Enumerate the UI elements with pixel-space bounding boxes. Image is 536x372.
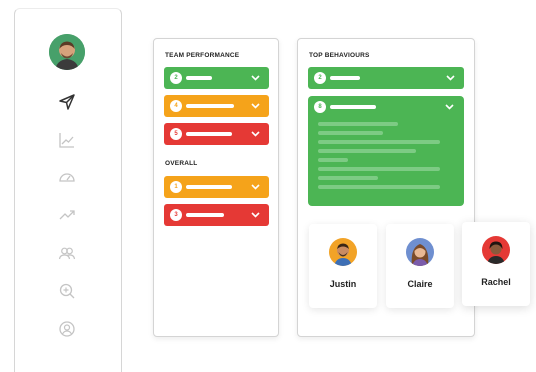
trend-chart-icon[interactable]: [58, 131, 76, 149]
chevron-down-icon: [251, 130, 260, 138]
send-icon[interactable]: [58, 93, 76, 111]
users-icon[interactable]: [58, 244, 76, 262]
placeholder-line: [318, 176, 378, 180]
user-circle-icon[interactable]: [58, 320, 76, 338]
chevron-down-icon: [251, 74, 260, 82]
placeholder-line: [318, 140, 440, 144]
chevron-down-icon: [251, 102, 260, 110]
row-number-badge: 1: [170, 181, 182, 193]
chevron-down-icon: [445, 103, 454, 111]
avatar: [329, 238, 357, 266]
person-card-rachel[interactable]: Rachel: [462, 222, 530, 306]
placeholder-line: [318, 122, 398, 126]
row-number-badge: 4: [170, 100, 182, 112]
placeholder-line: [330, 105, 376, 109]
sidebar: [14, 8, 122, 372]
row-number-badge: 2: [314, 72, 326, 84]
trending-up-icon[interactable]: [58, 206, 76, 224]
user-avatar[interactable]: [49, 34, 85, 70]
chevron-down-icon: [446, 74, 455, 82]
speedometer-icon[interactable]: [58, 168, 76, 186]
search-plus-icon[interactable]: [58, 282, 76, 300]
person-name: Justin: [329, 279, 357, 289]
placeholder-line: [318, 185, 440, 189]
team-performance-card: TEAM PERFORMANCE 2 4 5 OVERALL 1 3: [153, 38, 279, 337]
overall-title: OVERALL: [165, 160, 198, 167]
chevron-down-icon: [251, 183, 260, 191]
placeholder-line: [186, 185, 232, 189]
row-number-badge: 5: [170, 128, 182, 140]
placeholder-line: [186, 132, 232, 136]
team-performance-row-3[interactable]: 5: [164, 123, 269, 145]
placeholder-line: [330, 76, 360, 80]
chevron-down-icon: [251, 211, 260, 219]
placeholder-line: [318, 158, 348, 162]
overall-row-2[interactable]: 3: [164, 204, 269, 226]
row-number-badge: 8: [314, 101, 326, 113]
row-number-badge: 3: [170, 209, 182, 221]
top-behaviours-row-1[interactable]: 2: [308, 67, 464, 89]
avatar: [406, 238, 434, 266]
placeholder-line: [186, 76, 212, 80]
team-performance-row-2[interactable]: 4: [164, 95, 269, 117]
person-name: Claire: [407, 279, 433, 289]
placeholder-line: [318, 167, 440, 171]
placeholder-line: [186, 104, 234, 108]
person-card-justin[interactable]: Justin: [309, 224, 377, 308]
placeholder-line: [318, 131, 383, 135]
placeholder-line: [186, 213, 224, 217]
avatar: [482, 236, 510, 264]
team-performance-row-1[interactable]: 2: [164, 67, 269, 89]
placeholder-line: [318, 149, 416, 153]
person-name: Rachel: [481, 277, 511, 287]
top-behaviours-title: TOP BEHAVIOURS: [309, 52, 370, 59]
row-number-badge: 2: [170, 72, 182, 84]
overall-row-1[interactable]: 1: [164, 176, 269, 198]
team-performance-title: TEAM PERFORMANCE: [165, 52, 240, 59]
top-behaviours-row-2-expanded[interactable]: 8: [308, 96, 464, 206]
person-card-claire[interactable]: Claire: [386, 224, 454, 308]
